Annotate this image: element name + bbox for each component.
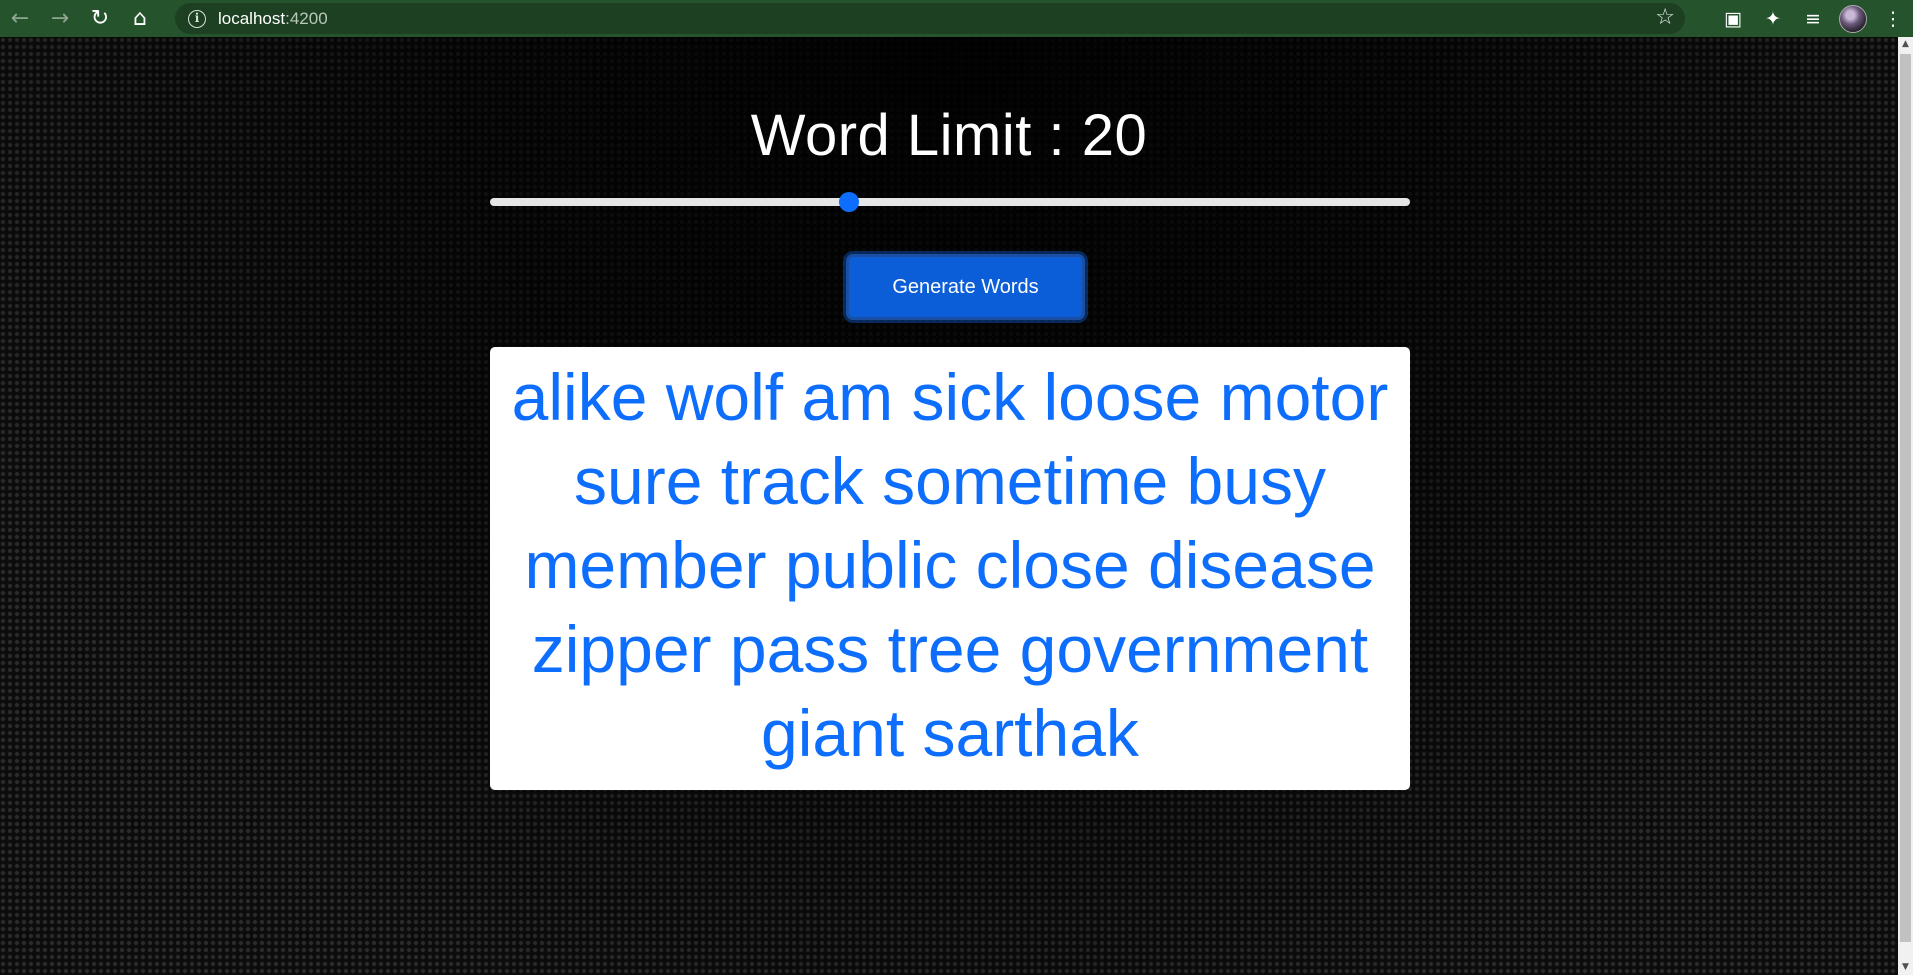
url-text[interactable]: localhost:4200 xyxy=(218,9,328,29)
reload-icon[interactable]: ↻ xyxy=(80,0,120,37)
url-host: localhost xyxy=(218,8,286,28)
words-output: alike wolf am sick loose motor sure trac… xyxy=(490,347,1410,790)
address-bar[interactable]: i localhost:4200 ☆ xyxy=(175,3,1685,34)
toolbar-right-icons: ▣ ✦ ≡ ⋮ xyxy=(1713,0,1913,37)
url-port: :4200 xyxy=(285,8,328,28)
page-viewport: Word Limit : 20 Generate Words alike wol… xyxy=(0,37,1898,975)
home-icon[interactable]: ⌂ xyxy=(120,0,160,37)
generate-words-button[interactable]: Generate Words xyxy=(846,254,1085,320)
browser-toolbar: ← → ↻ ⌂ i localhost:4200 ☆ ▣ ✦ ≡ ⋮ xyxy=(0,0,1913,37)
scrollbar-thumb[interactable] xyxy=(1900,54,1911,942)
page-title: Word Limit : 20 xyxy=(750,103,1148,168)
media-icon[interactable]: ▣ xyxy=(1713,0,1753,37)
scroll-up-icon[interactable]: ▲ xyxy=(1898,37,1913,52)
vertical-scrollbar[interactable]: ▲ ▼ xyxy=(1898,37,1913,975)
menu-icon[interactable]: ⋮ xyxy=(1873,0,1913,37)
extensions-icon[interactable]: ✦ xyxy=(1753,0,1793,37)
slider-thumb[interactable] xyxy=(838,192,859,212)
info-icon[interactable]: i xyxy=(188,9,206,28)
avatar[interactable] xyxy=(1839,4,1867,33)
word-limit-slider[interactable] xyxy=(490,192,1410,212)
profile-avatar[interactable] xyxy=(1833,0,1873,37)
reading-list-icon[interactable]: ≡ xyxy=(1793,0,1833,37)
star-icon[interactable]: ☆ xyxy=(1655,5,1675,30)
forward-arrow-icon[interactable]: → xyxy=(40,0,80,37)
back-arrow-icon[interactable]: ← xyxy=(0,0,40,37)
scroll-down-icon[interactable]: ▼ xyxy=(1898,960,1913,975)
